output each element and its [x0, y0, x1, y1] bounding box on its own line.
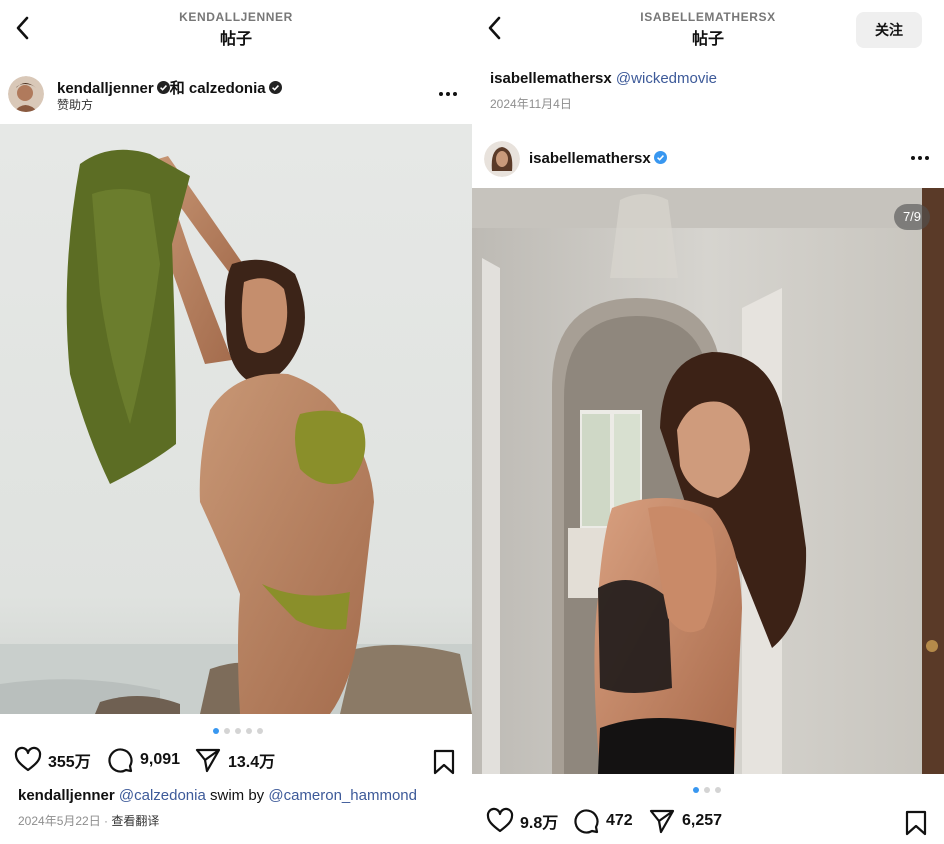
caption-mention[interactable]: @calzedonia — [119, 787, 206, 804]
co-author-joiner: 和 — [169, 80, 185, 97]
like-button[interactable]: 9.8万 — [486, 807, 558, 835]
post-caption: kendalljenner @calzedonia swim by @camer… — [18, 787, 460, 804]
verified-badge-icon — [156, 81, 170, 94]
left-post-screen: KENDALLJENNER 帖子 kendalljenner 和 calzedon… — [0, 0, 472, 844]
comment-count: 472 — [606, 812, 633, 829]
comment-count: 9,091 — [140, 751, 181, 768]
photo-image — [0, 124, 472, 714]
post-author-line: kendalljenner 和 calzedonia — [57, 77, 282, 98]
verified-badge-icon — [268, 81, 282, 94]
top-bar: KENDALLJENNER 帖子 — [0, 0, 472, 56]
comment-icon — [108, 748, 133, 773]
page-title: 帖子 — [219, 31, 252, 48]
share-count: 13.4万 — [228, 754, 276, 771]
follow-button[interactable]: 关注 — [856, 12, 922, 48]
top-caption: isabellemathersx @wickedmovie — [490, 70, 932, 87]
see-translation-link[interactable]: 查看翻译 — [111, 814, 159, 828]
sponsor-label[interactable]: 赞助方 — [57, 96, 93, 113]
verified-badge-icon — [653, 151, 667, 164]
carousel-dots — [693, 787, 721, 793]
bookmark-icon — [433, 749, 455, 775]
carousel-counter: 7/9 — [894, 204, 930, 230]
heart-icon — [486, 807, 514, 833]
caption-author[interactable]: isabellemathersx — [490, 70, 612, 87]
right-post-screen: ISABELLEMATHERSX 帖子 关注 isabellemathersx … — [472, 0, 944, 844]
caption-mention[interactable]: @cameron_hammond — [268, 787, 417, 804]
post-photo[interactable] — [0, 124, 472, 714]
carousel-dot — [704, 787, 710, 793]
heart-icon — [14, 746, 42, 772]
like-count: 355万 — [48, 754, 91, 771]
send-icon — [649, 809, 675, 834]
share-count: 6,257 — [682, 812, 723, 829]
share-button[interactable]: 6,257 — [648, 807, 722, 835]
comment-button[interactable]: 9,091 — [106, 746, 180, 774]
caption-author[interactable]: kendalljenner — [18, 787, 115, 804]
meta-separator: · — [100, 814, 112, 828]
post-author-line: isabellemathersx — [529, 150, 667, 167]
avatar[interactable] — [484, 141, 520, 177]
carousel-dot — [224, 728, 230, 734]
like-button[interactable]: 355万 — [14, 746, 91, 774]
save-button[interactable] — [432, 748, 456, 776]
save-button[interactable] — [904, 809, 928, 837]
header-username: KENDALLJENNER — [179, 10, 293, 24]
top-bar: ISABELLEMATHERSX 帖子 关注 — [472, 0, 944, 56]
caption-mention[interactable]: @wickedmovie — [616, 70, 717, 87]
more-dots-icon — [911, 156, 929, 160]
like-count: 9.8万 — [520, 815, 559, 832]
action-bar: 9.8万 472 6,257 — [472, 807, 944, 839]
bookmark-icon — [905, 810, 927, 836]
carousel-dot — [715, 787, 721, 793]
share-button[interactable]: 13.4万 — [194, 746, 275, 774]
more-dots-icon — [439, 92, 457, 96]
caption-text: swim by — [205, 787, 269, 804]
post-date: 2024年5月22日 — [18, 814, 101, 828]
author-username[interactable]: isabellemathersx — [529, 150, 651, 167]
post-meta: 2024年5月22日 · 查看翻译 — [18, 812, 159, 829]
carousel-dot — [257, 728, 263, 734]
photo-image — [472, 188, 944, 774]
action-bar: 355万 9,091 13.4万 — [0, 746, 472, 778]
coauthor-username[interactable]: calzedonia — [189, 80, 266, 97]
carousel-dot — [246, 728, 252, 734]
avatar[interactable] — [8, 76, 44, 112]
send-icon — [195, 748, 221, 773]
post-photo[interactable]: 7/9 — [472, 188, 944, 774]
post-date: 2024年11月4日 — [490, 97, 572, 111]
carousel-dots — [213, 728, 263, 734]
carousel-dot — [235, 728, 241, 734]
more-options-button[interactable] — [908, 148, 932, 168]
author-username[interactable]: kendalljenner — [57, 80, 154, 97]
more-options-button[interactable] — [436, 84, 460, 104]
carousel-dot — [213, 728, 219, 734]
comment-icon — [574, 809, 599, 834]
carousel-dot — [693, 787, 699, 793]
comment-button[interactable]: 472 — [572, 807, 633, 835]
